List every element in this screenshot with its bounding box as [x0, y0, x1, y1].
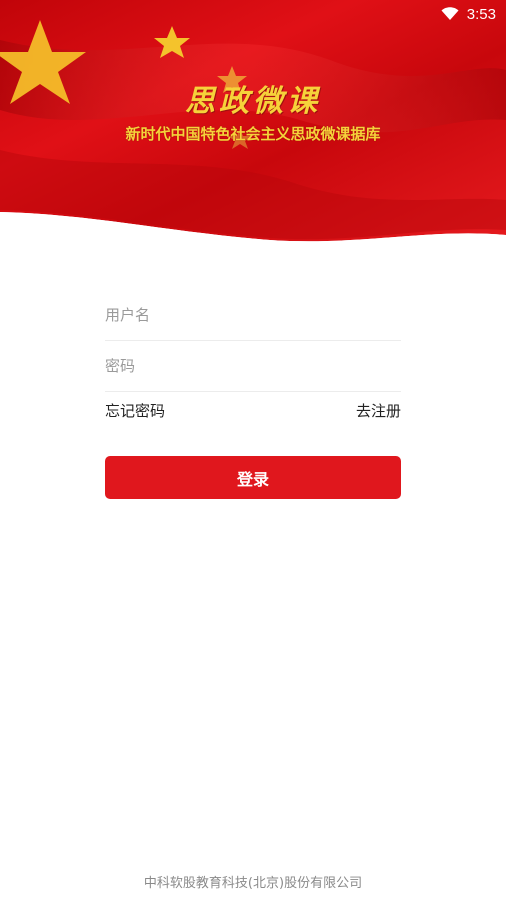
- status-bar: 3:53: [441, 0, 506, 28]
- login-button[interactable]: 登录: [105, 456, 401, 499]
- register-link[interactable]: 去注册: [356, 400, 401, 421]
- flag-banner: 3:53 思政微课 新时代中国特色社会主义思政微课据库: [0, 0, 506, 250]
- status-time: 3:53: [466, 5, 496, 23]
- forgot-password-link[interactable]: 忘记密码: [105, 400, 165, 421]
- username-field-row: [105, 290, 401, 341]
- brand-block: 思政微课 新时代中国特色社会主义思政微课据库: [0, 82, 506, 144]
- login-screen: 3:53 思政微课 新时代中国特色社会主义思政微课据库 忘记密码 去注册 登录 …: [0, 0, 506, 900]
- password-input[interactable]: [105, 357, 401, 375]
- auth-links: 忘记密码 去注册: [105, 400, 401, 421]
- app-title: 思政微课: [185, 84, 321, 119]
- app-subtitle: 新时代中国特色社会主义思政微课据库: [125, 125, 381, 143]
- company-footer: 中科软股教育科技(北京)股份有限公司: [143, 876, 363, 891]
- password-field-row: [105, 341, 401, 392]
- wifi-icon: [441, 7, 459, 20]
- login-form: 忘记密码 去注册 登录: [105, 290, 401, 499]
- username-input[interactable]: [105, 306, 401, 324]
